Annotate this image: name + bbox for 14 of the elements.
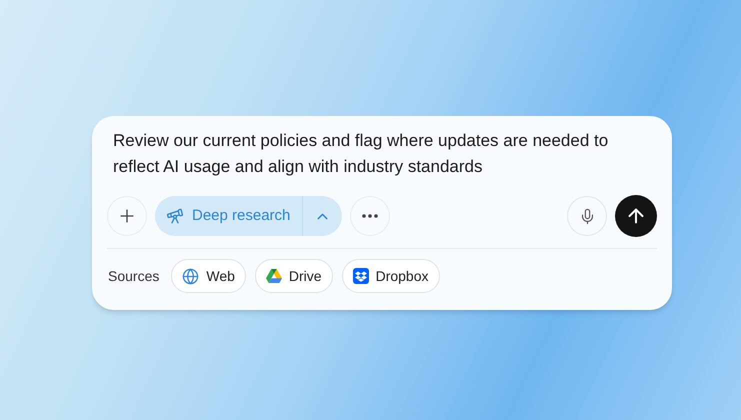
sources-label: Sources — [108, 266, 160, 286]
source-chip[interactable]: Drive — [254, 259, 333, 293]
more-icon — [362, 214, 378, 218]
globe-icon — [182, 268, 200, 284]
more-button[interactable] — [350, 196, 390, 236]
telescope-icon — [166, 207, 184, 225]
prompt-box[interactable]: Review our current policies and flag where updates are needed to reflect AI usage and align with industry standards Deep research Sources Web Drive Dropbox — [92, 116, 672, 310]
source-chip[interactable]: Dropbox — [342, 259, 440, 293]
dropbox-logo-icon — [352, 268, 369, 284]
drive-logo-icon — [266, 269, 282, 283]
microphone-button[interactable] — [567, 196, 607, 236]
send-button[interactable] — [615, 195, 657, 237]
source-chip[interactable]: Web — [171, 259, 246, 293]
add-button[interactable] — [107, 196, 147, 236]
